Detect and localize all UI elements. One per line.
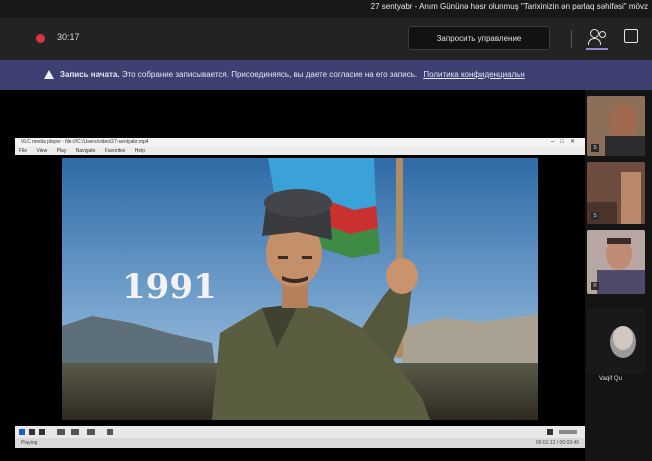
menu-view[interactable]: View — [36, 148, 47, 154]
participant-initial: S — [591, 212, 599, 220]
chat-icon[interactable] — [624, 29, 638, 43]
previous-icon[interactable] — [39, 429, 45, 435]
skip-forward-icon[interactable] — [71, 429, 79, 435]
volume-icon[interactable] — [547, 429, 553, 435]
menu-help[interactable]: Help — [135, 148, 145, 154]
player-title: VLC media player - file:///C:/Users/vide… — [21, 139, 149, 145]
participants-rail: S S R Vaqif Qu — [585, 90, 652, 461]
meeting-title: 27 sentyabr - Anım Gününə həsr olunmuş "… — [370, 2, 648, 11]
toolbar-divider — [571, 30, 572, 48]
privacy-policy-link[interactable]: Политика конфиденциальн — [423, 70, 524, 79]
request-control-button[interactable]: Запросить управление — [408, 26, 550, 50]
banner-body-text: Это собрание записывается. Присоединяясь… — [121, 70, 418, 79]
year-overlay: 1991 — [122, 267, 217, 307]
player-titlebar: VLC media player - file:///C:/Users/vide… — [15, 138, 585, 147]
participant-initial: S — [591, 144, 599, 152]
participant-initial: R — [591, 282, 599, 290]
warning-icon — [44, 70, 54, 79]
banner-message: Запись начата. Это собрание записывается… — [60, 60, 525, 90]
menu-favorites[interactable]: Favorites — [105, 148, 126, 154]
player-menubar: File View Play Navigate Favorites Help — [15, 147, 585, 155]
stop-icon[interactable] — [29, 429, 35, 435]
meeting-title-bar: 27 sentyabr - Anım Gününə həsr olunmuş "… — [0, 0, 652, 18]
meeting-toolbar: 30:17 Запросить управление — [0, 18, 652, 60]
meeting-timer: 30:17 — [57, 32, 80, 42]
participant-tile[interactable] — [587, 308, 645, 374]
recording-banner: Запись начата. Это собрание записывается… — [0, 60, 652, 90]
menu-play[interactable]: Play — [57, 148, 67, 154]
playlist-icon[interactable] — [107, 429, 113, 435]
player-status-text: Playing — [21, 440, 38, 446]
shared-screen-stage: VLC media player - file:///C:/Users/vide… — [0, 90, 585, 461]
menu-file[interactable]: File — [19, 148, 27, 154]
play-icon[interactable] — [19, 429, 25, 435]
participant-name: Vaqif Qu — [599, 376, 622, 382]
player-controls — [15, 426, 585, 438]
window-controls[interactable]: –□✕ — [551, 138, 581, 147]
player-timecode: 00:01:12 / 00:03:40 — [535, 440, 579, 446]
next-icon[interactable] — [87, 429, 95, 435]
banner-strong-text: Запись начата. — [60, 70, 120, 79]
skip-back-icon[interactable] — [57, 429, 65, 435]
video-scene: 1991 — [62, 158, 538, 420]
video-frame[interactable]: 1991 — [62, 158, 538, 420]
participant-video — [587, 308, 645, 374]
player-statusbar: Playing 00:01:12 / 00:03:40 — [15, 438, 585, 448]
volume-slider[interactable] — [559, 430, 577, 434]
participant-tile[interactable]: S — [587, 96, 645, 156]
media-player-window: VLC media player - file:///C:/Users/vide… — [15, 138, 585, 448]
recording-icon — [36, 34, 45, 43]
menu-navigate[interactable]: Navigate — [76, 148, 96, 154]
participants-icon[interactable] — [586, 26, 608, 50]
participant-tile[interactable]: R — [587, 230, 645, 294]
participant-tile[interactable]: S — [587, 162, 645, 224]
